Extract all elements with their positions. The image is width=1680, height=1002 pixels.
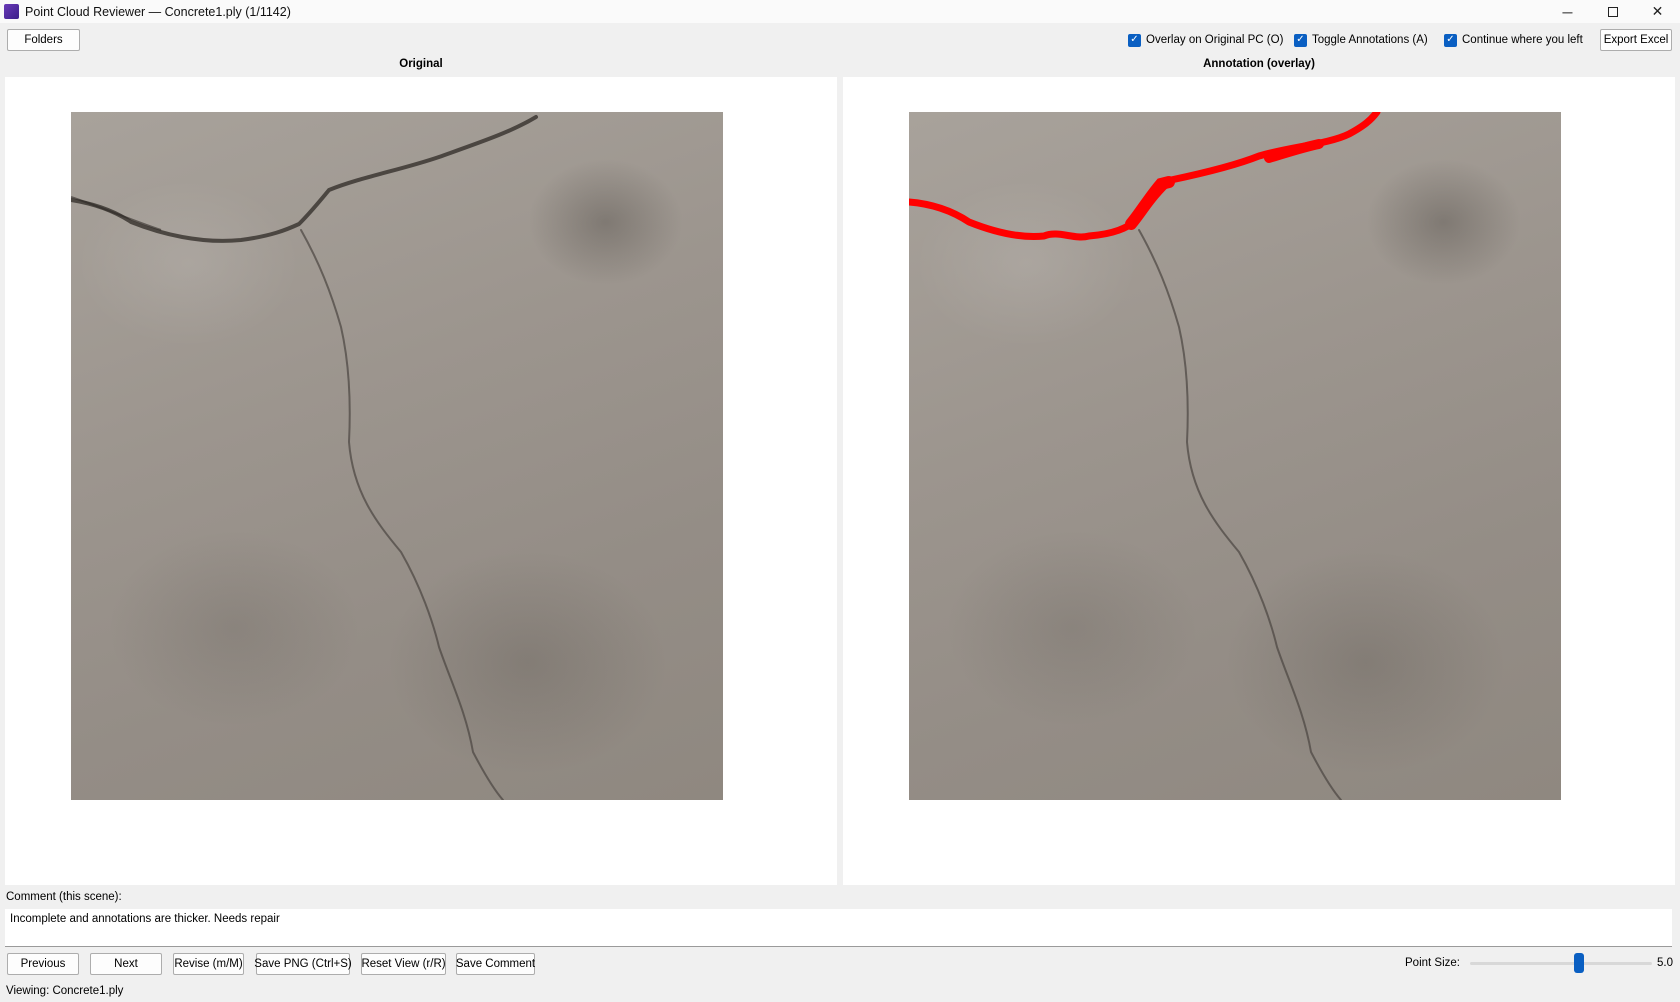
reset-view-button[interactable]: Reset View (r/R) [361, 953, 446, 975]
comment-input[interactable]: Incomplete and annotations are thicker. … [5, 909, 1672, 947]
next-button[interactable]: Next [90, 953, 162, 975]
save-png-button[interactable]: Save PNG (Ctrl+S) [254, 953, 352, 975]
previous-button[interactable]: Previous [7, 953, 79, 975]
minimize-icon: ─ [1562, 3, 1573, 20]
toolbar: Folders ✓ Overlay on Original PC (O) ✓ T… [0, 23, 1680, 61]
annotation-viewport[interactable] [843, 77, 1675, 885]
original-panel-title: Original [399, 58, 443, 70]
point-size-slider-handle[interactable] [1574, 953, 1585, 973]
app-icon [4, 4, 19, 19]
title-bar: Point Cloud Reviewer — Concrete1.ply (1/… [0, 0, 1680, 23]
export-excel-button[interactable]: Export Excel [1600, 29, 1672, 51]
original-viewport[interactable] [5, 77, 837, 885]
continue-checkbox[interactable]: ✓ Continue where you left [1444, 31, 1583, 49]
revise-button[interactable]: Revise (m/M) [173, 953, 244, 975]
checkbox-checked-icon: ✓ [1128, 33, 1141, 47]
point-size-label: Point Size: [1405, 957, 1460, 969]
point-size-value: 5.0 [1657, 957, 1673, 969]
overlay-checkbox[interactable]: ✓ Overlay on Original PC (O) [1128, 31, 1283, 49]
original-point-cloud[interactable] [71, 112, 723, 800]
comment-label: Comment (this scene): [6, 891, 122, 903]
annotation-point-cloud[interactable] [909, 112, 1561, 800]
crack-lines [71, 115, 538, 800]
folders-button[interactable]: Folders [7, 29, 80, 51]
toggle-annotations-label: Toggle Annotations (A) [1312, 34, 1428, 46]
toggle-annotations-checkbox[interactable]: ✓ Toggle Annotations (A) [1294, 31, 1428, 49]
close-icon: ✕ [1651, 3, 1664, 19]
checkbox-checked-icon: ✓ [1444, 33, 1457, 47]
window-controls: ─ ✕ [1545, 0, 1680, 23]
point-size-slider-track[interactable] [1470, 962, 1652, 965]
window-title: Point Cloud Reviewer — Concrete1.ply (1/… [25, 4, 291, 19]
annotation-overlay [909, 112, 1381, 800]
save-comment-button[interactable]: Save Comment [456, 953, 535, 975]
restore-button[interactable] [1590, 0, 1635, 23]
continue-checkbox-label: Continue where you left [1462, 34, 1583, 46]
restore-icon [1607, 6, 1618, 17]
overlay-checkbox-label: Overlay on Original PC (O) [1146, 34, 1284, 46]
status-text: Viewing: Concrete1.ply [6, 985, 124, 997]
annotation-panel-title: Annotation (overlay) [1203, 58, 1315, 70]
checkbox-checked-icon: ✓ [1294, 33, 1307, 47]
minimize-button[interactable]: ─ [1545, 0, 1590, 23]
close-button[interactable]: ✕ [1635, 0, 1680, 23]
